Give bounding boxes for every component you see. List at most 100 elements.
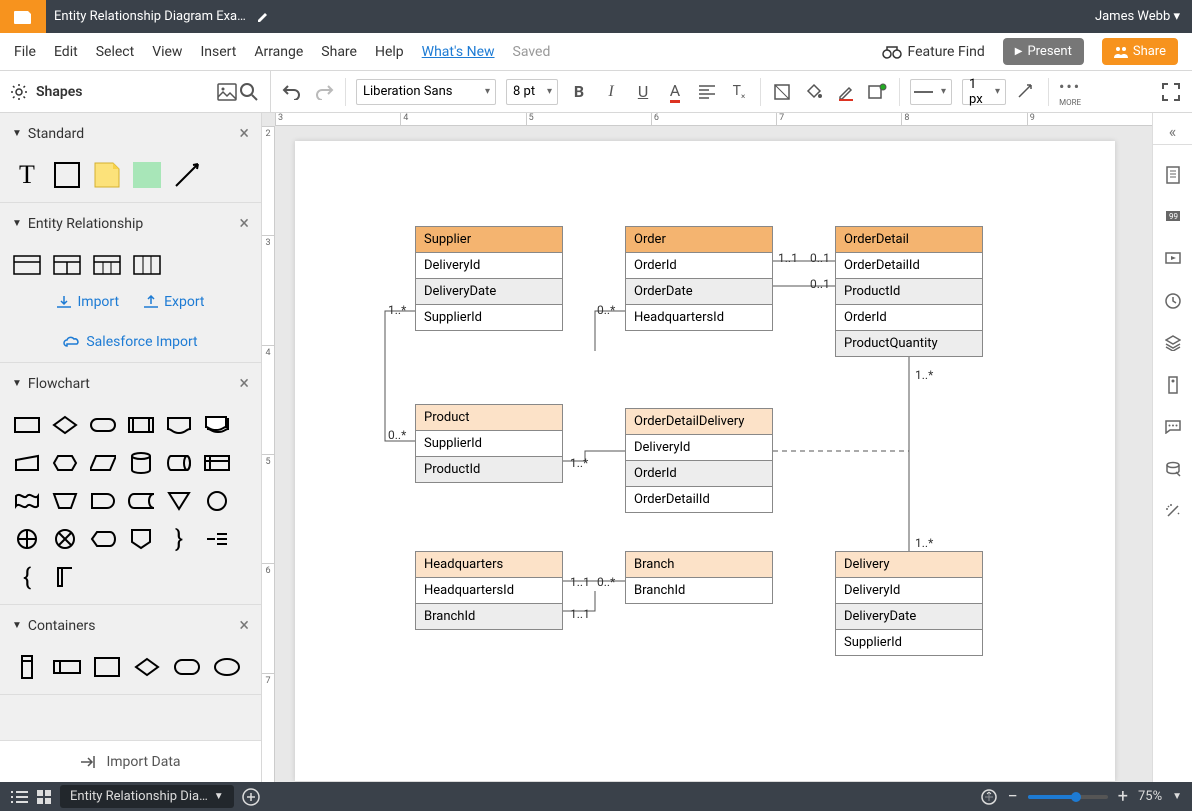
hotspot-shape[interactable] bbox=[132, 160, 162, 190]
salesforce-link[interactable]: Salesforce Import bbox=[12, 334, 249, 350]
cont-2[interactable] bbox=[52, 652, 82, 682]
layers-icon[interactable] bbox=[1161, 331, 1185, 355]
fc-prep[interactable] bbox=[50, 448, 80, 478]
group-containers[interactable]: ▼Containers× bbox=[0, 605, 261, 646]
data-icon[interactable] bbox=[1161, 457, 1185, 481]
fontsize-select[interactable]: 8 pt bbox=[506, 79, 558, 105]
fc-merge[interactable] bbox=[164, 486, 194, 516]
er-shape-3[interactable] bbox=[92, 250, 122, 280]
shapefill-icon[interactable] bbox=[771, 83, 793, 101]
cont-6[interactable] bbox=[212, 652, 242, 682]
entity-branch[interactable]: BranchBranchId bbox=[625, 551, 773, 604]
zoom-in-icon[interactable]: + bbox=[1118, 786, 1128, 807]
present-button[interactable]: ▶Present bbox=[1003, 38, 1084, 65]
entity-delivery[interactable]: DeliveryDeliveryIdDeliveryDateSupplierId bbox=[835, 551, 983, 656]
magic-icon[interactable] bbox=[1161, 499, 1185, 523]
image-icon[interactable] bbox=[216, 83, 238, 101]
add-page-icon[interactable] bbox=[242, 788, 260, 806]
fc-predef[interactable] bbox=[126, 410, 156, 440]
search-icon[interactable] bbox=[238, 82, 260, 102]
fc-data[interactable] bbox=[88, 448, 118, 478]
menu-view[interactable]: View bbox=[152, 44, 182, 60]
menu-insert[interactable]: Insert bbox=[200, 44, 236, 60]
page-icon[interactable] bbox=[1161, 163, 1185, 187]
linetype-icon[interactable] bbox=[1016, 83, 1038, 101]
fillcolor-icon[interactable] bbox=[803, 83, 825, 101]
close-icon[interactable]: × bbox=[239, 615, 249, 636]
feature-find[interactable]: Feature Find bbox=[882, 44, 985, 60]
linestyle-select[interactable] bbox=[910, 79, 952, 105]
entity-order[interactable]: OrderOrderIdOrderDateHeadquartersId bbox=[625, 226, 773, 331]
fc-direct[interactable] bbox=[164, 448, 194, 478]
present-icon[interactable] bbox=[1161, 247, 1185, 271]
entity-headquarters[interactable]: HeadquartersHeadquartersIdBranchId bbox=[415, 551, 563, 630]
master-icon[interactable] bbox=[1161, 373, 1185, 397]
bordercolor-icon[interactable] bbox=[835, 83, 857, 101]
fc-db[interactable] bbox=[126, 448, 156, 478]
app-logo[interactable] bbox=[0, 0, 46, 33]
fc-tape[interactable] bbox=[12, 486, 42, 516]
fc-sum[interactable] bbox=[50, 524, 80, 554]
block-shape[interactable] bbox=[52, 160, 82, 190]
cont-1[interactable] bbox=[12, 652, 42, 682]
redo-icon[interactable] bbox=[313, 84, 335, 100]
textcolor-icon[interactable]: A bbox=[664, 81, 686, 103]
menu-share[interactable]: Share bbox=[321, 44, 357, 60]
menu-arrange[interactable]: Arrange bbox=[254, 44, 303, 60]
menu-help[interactable]: Help bbox=[375, 44, 404, 60]
text-shape[interactable]: T bbox=[12, 160, 42, 190]
comment-icon[interactable]: 99 bbox=[1161, 205, 1185, 229]
collapse-right-icon[interactable]: « bbox=[1153, 119, 1192, 145]
history-icon[interactable] bbox=[1161, 289, 1185, 313]
fc-manualin[interactable] bbox=[12, 448, 42, 478]
fc-doc[interactable] bbox=[164, 410, 194, 440]
group-flowchart[interactable]: ▼Flowchart× bbox=[0, 363, 261, 404]
cont-4[interactable] bbox=[132, 652, 162, 682]
er-shape-2[interactable] bbox=[52, 250, 82, 280]
fc-manualop[interactable] bbox=[50, 486, 80, 516]
linewidth-select[interactable]: 1 px bbox=[962, 79, 1006, 105]
fc-stored[interactable] bbox=[126, 486, 156, 516]
fc-card[interactable] bbox=[50, 562, 80, 592]
diagram-page[interactable]: SupplierDeliveryIdDeliveryDateSupplierId… bbox=[295, 141, 1115, 781]
fc-or[interactable] bbox=[12, 524, 42, 554]
menu-select[interactable]: Select bbox=[96, 44, 134, 60]
menu-edit[interactable]: Edit bbox=[54, 44, 78, 60]
er-shape-1[interactable] bbox=[12, 250, 42, 280]
menu-whatsnew[interactable]: What's New bbox=[422, 44, 495, 60]
align-icon[interactable] bbox=[696, 85, 718, 99]
group-er[interactable]: ▼Entity Relationship× bbox=[0, 203, 261, 244]
document-title[interactable]: Entity Relationship Diagram Exa… bbox=[46, 9, 1095, 24]
undo-icon[interactable] bbox=[281, 84, 303, 100]
shapeoptions-icon[interactable] bbox=[867, 83, 889, 101]
page-tab[interactable]: Entity Relationship Dia… ▼ bbox=[60, 785, 234, 808]
chat-icon[interactable] bbox=[1161, 415, 1185, 439]
cont-5[interactable] bbox=[172, 652, 202, 682]
gear-icon[interactable] bbox=[10, 83, 28, 101]
fullscreen-icon[interactable] bbox=[1160, 83, 1182, 101]
zoom-slider[interactable] bbox=[1028, 795, 1108, 799]
zoom-out-icon[interactable]: − bbox=[1007, 786, 1017, 807]
fc-display[interactable] bbox=[88, 524, 118, 554]
fc-rect[interactable] bbox=[12, 410, 42, 440]
entity-supplier[interactable]: SupplierDeliveryIdDeliveryDateSupplierId bbox=[415, 226, 563, 331]
cont-3[interactable] bbox=[92, 652, 122, 682]
fc-brace-l[interactable]: { bbox=[12, 562, 42, 592]
user-menu[interactable]: James Webb ▾ bbox=[1095, 9, 1192, 24]
close-icon[interactable]: × bbox=[239, 123, 249, 144]
bold-icon[interactable]: B bbox=[568, 82, 590, 101]
outline-icon[interactable] bbox=[10, 790, 28, 804]
close-icon[interactable]: × bbox=[239, 213, 249, 234]
fc-terminator[interactable] bbox=[88, 410, 118, 440]
italic-icon[interactable]: I bbox=[600, 83, 622, 101]
fc-internal[interactable] bbox=[202, 448, 232, 478]
group-standard[interactable]: ▼Standard× bbox=[0, 113, 261, 154]
fc-diamond[interactable] bbox=[50, 410, 80, 440]
er-shape-4[interactable] bbox=[132, 250, 162, 280]
canvas-area[interactable]: 3456789 234567 bbox=[262, 113, 1152, 782]
import-data-button[interactable]: Import Data bbox=[0, 740, 261, 782]
pencil-icon[interactable] bbox=[256, 10, 270, 24]
import-link[interactable]: Import bbox=[56, 294, 119, 310]
more-button[interactable]: ••• MORE bbox=[1059, 77, 1081, 107]
fc-multdoc[interactable] bbox=[202, 410, 232, 440]
